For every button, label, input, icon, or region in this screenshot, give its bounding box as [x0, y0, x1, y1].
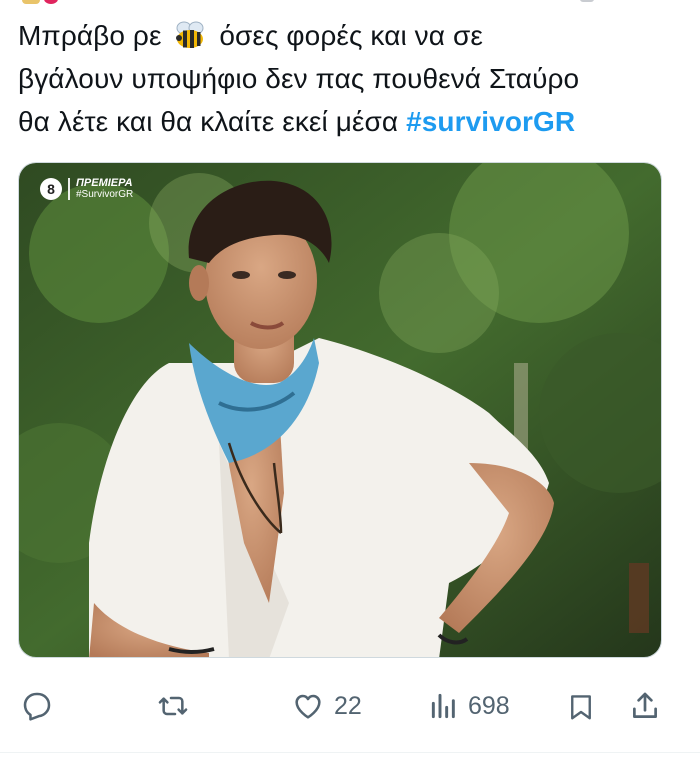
overlay-hashtag: #SurvivorGR [76, 189, 134, 200]
heart-icon [295, 694, 321, 719]
tweet-text-line-3: θα λέτε και θα κλαίτε εκεί μέσα #survivo… [18, 100, 682, 143]
text-segment: Μπράβο ρε [18, 20, 162, 51]
channel-overlay-logo: 8 ΠΡΕΜΙΕΡΑ #SurvivorGR [40, 178, 133, 200]
views-count: 698 [468, 691, 510, 720]
divider-bar [68, 178, 70, 200]
ui-fragment [580, 0, 594, 2]
like-count: 22 [334, 691, 362, 720]
text-segment: θα λέτε και θα κλαίτε εκεί μέσα [18, 106, 399, 137]
share-button[interactable] [628, 688, 662, 724]
views-button[interactable]: 698 [428, 690, 510, 722]
emoji-fragment [44, 0, 58, 4]
overlay-text: ΠΡΕΜΙΕΡΑ #SurvivorGR [76, 177, 134, 201]
share-icon [633, 692, 657, 718]
bookmark-icon [571, 695, 591, 720]
tweet-text-line-1: Μπράβο ρε όσες φορές και να σε [18, 14, 682, 57]
text-segment: όσες φορές και να σε [219, 20, 483, 51]
bee-emoji [176, 21, 204, 48]
bookmark-button[interactable] [566, 690, 596, 724]
views-chart-icon [431, 693, 455, 719]
emoji-fragment [22, 0, 40, 4]
reply-button[interactable] [20, 690, 54, 722]
tweet-media-photo[interactable] [18, 162, 662, 658]
reply-icon [23, 692, 51, 721]
retweet-icon [158, 696, 188, 716]
tweet-action-bar: 22 698 [0, 684, 700, 730]
hashtag-link[interactable]: #survivorGR [406, 106, 575, 137]
overlay-title: ΠΡΕΜΙΕΡΑ [76, 177, 133, 189]
channel-number: 8 [40, 178, 62, 200]
retweet-button[interactable] [154, 690, 192, 722]
like-button[interactable]: 22 [290, 690, 362, 722]
tweet-text-line-2: βγάλουν υποψήφιο δεν πας πουθενά Σταύρο [18, 63, 580, 94]
previous-content-sliver [0, 0, 700, 10]
tweet-text: Μπράβο ρε όσες φορές και να σε βγάλουν υ… [18, 14, 682, 143]
bottom-divider [0, 752, 700, 753]
photo-contestant [19, 163, 661, 657]
